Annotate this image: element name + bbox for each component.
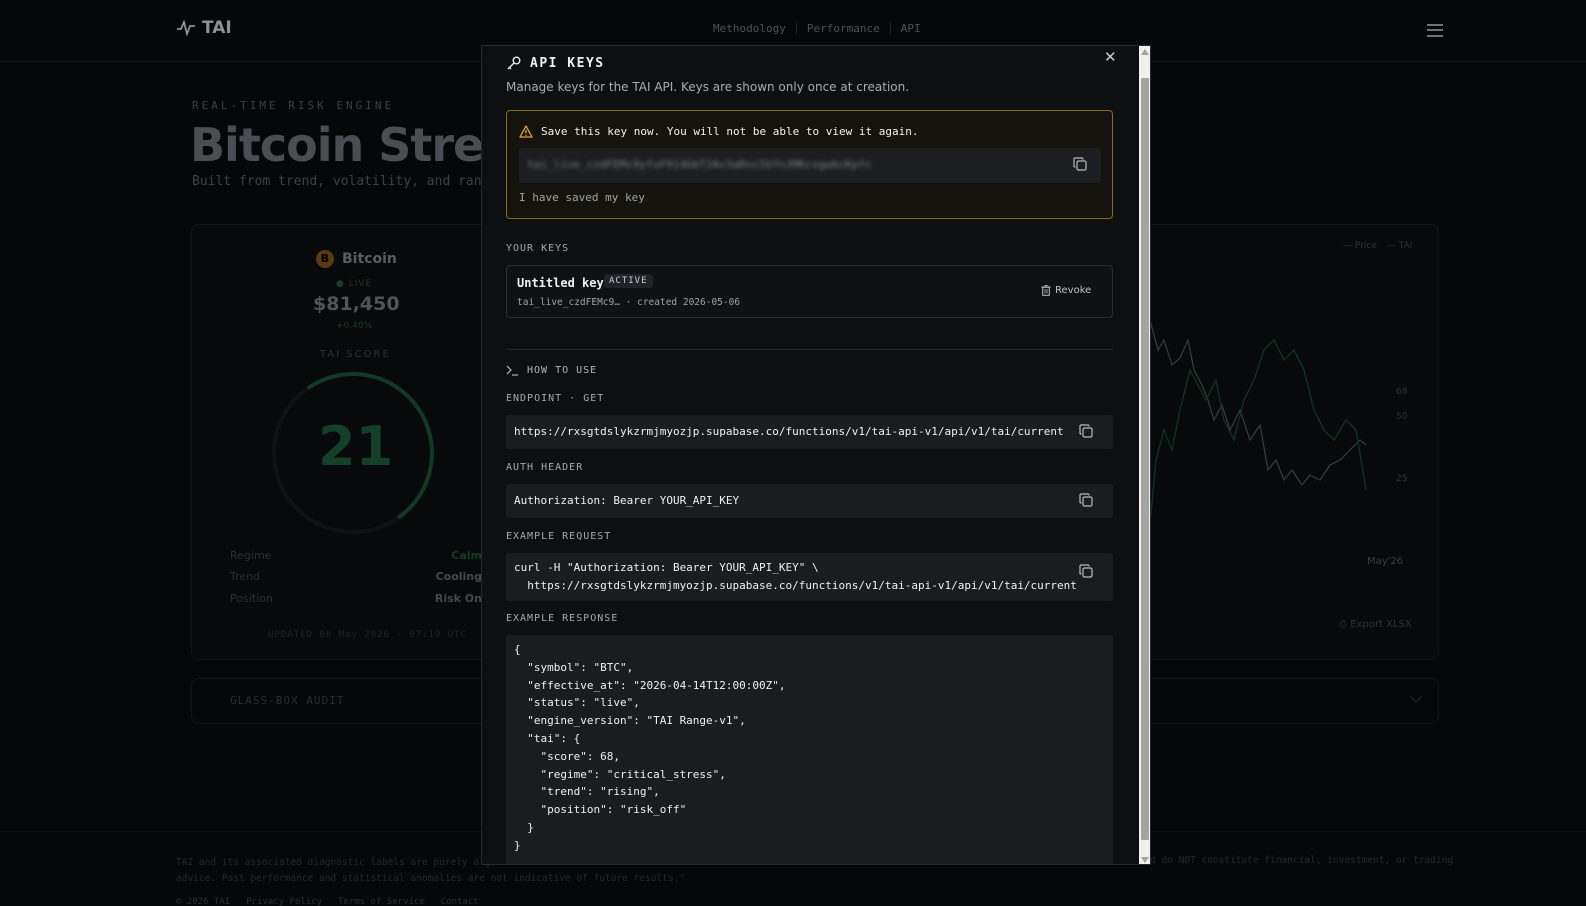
warning-icon xyxy=(519,125,533,138)
disclaimer-line: advice. Past performance and statistical… xyxy=(176,873,686,884)
stat-value: Cooling xyxy=(435,570,482,583)
coin-price: $81,450 xyxy=(313,293,400,315)
auth-header-heading: AUTH HEADER xyxy=(506,462,584,473)
nav-performance[interactable]: Performance xyxy=(797,22,891,35)
copy-icon[interactable] xyxy=(1079,423,1099,443)
stat-label: Trend xyxy=(230,570,261,583)
terms-link[interactable]: Terms of Service xyxy=(338,897,425,906)
how-to-use-text: HOW TO USE xyxy=(527,365,598,376)
audit-label: GLASS-BOX AUDIT xyxy=(230,694,345,707)
chart-legend: — Price — TAI xyxy=(1343,241,1412,251)
price-change: +0.40% xyxy=(336,321,373,331)
stat-value: Calm xyxy=(451,549,482,562)
tai-score-value: 21 xyxy=(318,415,394,478)
auth-header-box: Authorization: Bearer YOUR_API_KEY xyxy=(506,484,1113,518)
updated-timestamp: UPDATED 06 May 2026 · 07:19 UTC xyxy=(268,630,467,640)
api-key-row: Untitled key ACTIVE tai_live_czdFEMc9… ·… xyxy=(506,265,1113,318)
contact-link[interactable]: Contact xyxy=(441,897,479,906)
stat-trend: Trend Cooling xyxy=(230,570,482,583)
axis-tick: 25 xyxy=(1396,474,1408,484)
auth-header-value: Authorization: Bearer YOUR_API_KEY xyxy=(514,494,740,507)
new-key-warning: Save this key now. You will not be able … xyxy=(506,110,1113,219)
endpoint-box: https://rxsgtdslykzrmjmyozjp.supabase.co… xyxy=(506,415,1113,449)
copy-icon[interactable] xyxy=(1073,156,1093,176)
tai-line xyxy=(1150,338,1367,526)
copy-icon[interactable] xyxy=(1079,563,1099,583)
example-response-heading: EXAMPLE RESPONSE xyxy=(506,613,619,624)
revoke-label: Revoke xyxy=(1055,285,1092,296)
pulse-icon xyxy=(177,20,195,36)
logo[interactable]: TAI xyxy=(176,18,232,38)
bitcoin-icon: B xyxy=(316,250,334,268)
example-response-code: { "symbol": "BTC", "effective_at": "2026… xyxy=(514,643,786,852)
modal-title: API KEYS xyxy=(506,55,605,71)
stat-position: Position Risk On xyxy=(230,592,482,605)
new-key-value: tai_live_czdFEMc9yfuF914GbT2Av3aRnzIbYnJ… xyxy=(527,158,872,171)
footer-links: © 2026 TAI Privacy Policy Terms of Servi… xyxy=(176,897,479,906)
export-label: Export XLSX xyxy=(1350,619,1412,630)
coin-name: Bitcoin xyxy=(342,251,397,267)
key-icon xyxy=(507,56,521,70)
privacy-link[interactable]: Privacy Policy xyxy=(246,897,322,906)
endpoint-url: https://rxsgtdslykzrmjmyozjp.supabase.co… xyxy=(514,425,1064,438)
modal-title-text: API KEYS xyxy=(530,55,605,71)
hero-eyebrow: REAL-TIME RISK ENGINE xyxy=(192,99,395,112)
example-request-box: curl -H "Authorization: Bearer YOUR_API_… xyxy=(506,553,1113,601)
modal-subtitle: Manage keys for the TAI API. Keys are sh… xyxy=(506,80,910,94)
modal-scrollbar[interactable] xyxy=(1139,46,1150,864)
coin-header: B Bitcoin xyxy=(316,250,397,268)
key-meta: tai_live_czdFEMc9… · created 2026-05-06 xyxy=(517,297,741,308)
scroll-up-arrow[interactable] xyxy=(1141,49,1149,55)
hero-subline: Built from trend, volatility, and rang xyxy=(192,174,490,189)
stat-label: Position xyxy=(230,592,273,605)
endpoint-heading: ENDPOINT · GET xyxy=(506,393,605,404)
example-request-code: curl -H "Authorization: Bearer YOUR_API_… xyxy=(514,561,1077,592)
warning-text: Save this key now. You will not be able … xyxy=(541,125,919,138)
disclaimer-right: d do NOT constitute financial, investmen… xyxy=(1150,855,1454,866)
export-xlsx-button[interactable]: ⎙ Export XLSX xyxy=(1339,619,1412,630)
axis-tick: 68 xyxy=(1396,387,1408,397)
nav-api[interactable]: API xyxy=(891,22,931,35)
stat-regime: Regime Calm xyxy=(230,549,482,562)
close-button[interactable]: ✕ xyxy=(1104,48,1117,66)
trash-icon xyxy=(1041,285,1051,296)
legend-tai: — TAI xyxy=(1386,241,1413,251)
stat-label: Regime xyxy=(230,549,272,562)
stat-value: Risk On xyxy=(434,592,482,605)
live-label: LIVE xyxy=(348,279,373,289)
x-axis-label: May'26 xyxy=(1367,556,1404,567)
your-keys-heading: YOUR KEYS xyxy=(506,243,570,254)
revoke-button[interactable]: Revoke xyxy=(1041,285,1091,296)
terminal-icon xyxy=(506,365,518,376)
legend-tai-label: TAI xyxy=(1398,241,1413,251)
key-name: Untitled key xyxy=(517,276,604,290)
divider xyxy=(506,349,1113,350)
saved-key-confirm[interactable]: I have saved my key xyxy=(519,191,645,204)
copy-icon[interactable] xyxy=(1079,492,1099,512)
tai-score-label: TAI SCORE xyxy=(320,349,391,360)
menu-icon[interactable] xyxy=(1427,24,1443,37)
new-key-field[interactable]: tai_live_czdFEMc9yfuF914GbT2Av3aRnzIbYnJ… xyxy=(519,148,1101,183)
example-request-heading: EXAMPLE REQUEST xyxy=(506,531,612,542)
chevron-down-icon xyxy=(1410,691,1422,703)
how-to-use-heading: HOW TO USE xyxy=(506,365,597,376)
nav-methodology[interactable]: Methodology xyxy=(703,22,797,35)
scroll-down-arrow[interactable] xyxy=(1141,857,1149,863)
axis-tick: 50 xyxy=(1396,412,1408,422)
legend-price: — Price xyxy=(1343,241,1377,251)
scroll-thumb[interactable] xyxy=(1141,78,1149,840)
example-response-box: { "symbol": "BTC", "effective_at": "2026… xyxy=(506,635,1113,864)
main-nav: Methodology Performance API xyxy=(703,22,931,35)
warning-message: Save this key now. You will not be able … xyxy=(519,125,919,138)
logo-text: TAI xyxy=(202,18,232,38)
api-keys-modal: ✕ API KEYS Manage keys for the TAI API. … xyxy=(481,45,1151,865)
live-indicator: ● LIVE xyxy=(336,279,373,289)
copyright: © 2026 TAI xyxy=(176,897,231,906)
status-badge: ACTIVE xyxy=(604,274,653,288)
legend-price-label: Price xyxy=(1354,241,1377,251)
price-chart xyxy=(1150,319,1367,526)
